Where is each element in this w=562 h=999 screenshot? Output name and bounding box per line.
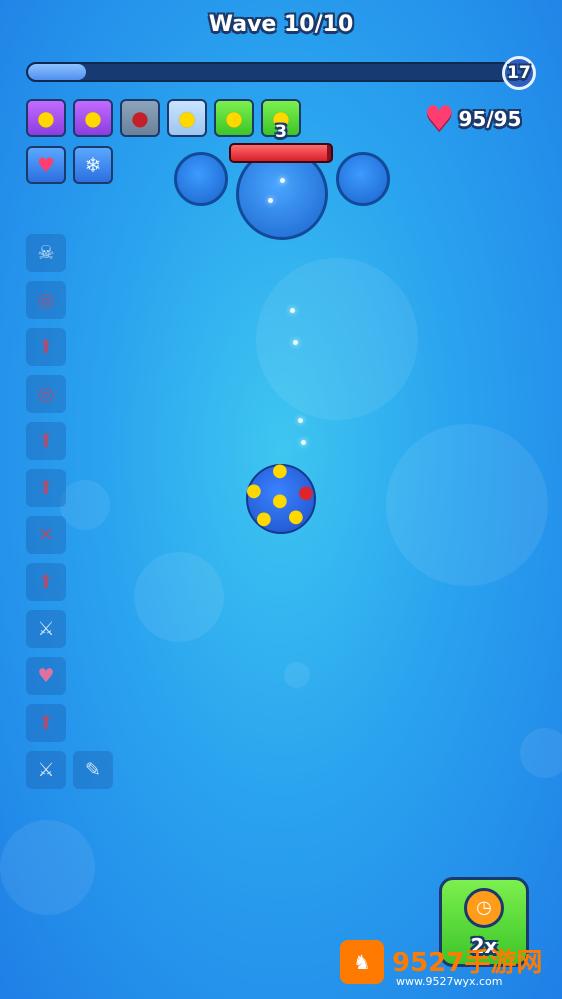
- sword-icon: ⚔: [37, 759, 55, 781]
- chick-icon: ●: [272, 490, 288, 511]
- wave-title: Wave 10/10: [208, 12, 354, 37]
- bomb-upgrade-icon: ⬆: [38, 712, 54, 734]
- background-bubble: [284, 662, 310, 688]
- skill-slot[interactable]: ⚔: [26, 610, 66, 648]
- inventory-slot[interactable]: ●: [73, 99, 113, 137]
- inventory-slot[interactable]: ●: [167, 99, 207, 137]
- watermark-text: 9527手游网: [392, 948, 543, 978]
- wave-progress-bar: [26, 62, 512, 82]
- ice-projectile: [298, 418, 303, 423]
- wave-progress-fill: [28, 64, 86, 80]
- chick-icon: ●: [256, 508, 272, 529]
- snowflake-icon: ❄: [84, 153, 102, 177]
- skill-slot[interactable]: ◎: [26, 281, 66, 319]
- skill-slot[interactable]: ☠: [26, 234, 66, 272]
- sword-double-icon: ⚔: [37, 618, 55, 640]
- ice-projectile: [301, 440, 306, 445]
- background-bubble: [386, 424, 548, 586]
- boss-right-orb: [336, 152, 390, 206]
- ice-projectile: [280, 178, 285, 183]
- background-bubble: [256, 258, 418, 420]
- chick-icon: ●: [84, 106, 102, 130]
- bomb-icon: ●: [131, 106, 149, 130]
- inventory-slot[interactable]: ❄: [73, 146, 113, 184]
- heart-target-icon: ♥: [37, 153, 55, 177]
- chick-icon: ●: [37, 106, 55, 130]
- bomb-target-icon: ◎: [37, 383, 55, 405]
- boss-hp-label: 3: [275, 122, 287, 142]
- boss-health-bar: [229, 143, 333, 163]
- heart-upgrade-icon: ♥: [37, 665, 55, 687]
- skill-slot[interactable]: ⬆: [26, 328, 66, 366]
- ice-projectile: [293, 340, 298, 345]
- skill-slot[interactable]: ◎: [26, 375, 66, 413]
- bomb-upgrade-icon: ⬆: [38, 336, 54, 358]
- chick-icon: ●: [178, 106, 196, 130]
- stopwatch-icon: ◷: [464, 888, 504, 928]
- watermark-url: www.9527wyx.com: [396, 975, 503, 988]
- skill-slot[interactable]: ⬆: [26, 563, 66, 601]
- level-badge: 17: [502, 56, 536, 90]
- bomb-upgrade-icon: ⬆: [38, 477, 54, 499]
- player-ball[interactable]: ● ● ● ● ● ●: [246, 460, 316, 534]
- boss-left-orb: [174, 152, 228, 206]
- skill-slot[interactable]: ✎: [73, 751, 113, 789]
- bomb-icon: ●: [298, 482, 314, 503]
- chick-icon: ●: [288, 506, 304, 527]
- boss-health-fill: [231, 145, 327, 161]
- chick-icon: ●: [225, 106, 243, 130]
- player-health: ♥ 95/95: [424, 99, 522, 139]
- skill-slot[interactable]: ⬆: [26, 422, 66, 460]
- health-text: 95/95: [458, 107, 522, 131]
- watermark-logo: ♞: [340, 940, 384, 984]
- skill-slot[interactable]: ⬆: [26, 704, 66, 742]
- ice-projectile: [268, 198, 273, 203]
- inventory-slot[interactable]: ●: [26, 99, 66, 137]
- skill-slot[interactable]: ⚔: [26, 751, 66, 789]
- chick-icon: ●: [246, 480, 262, 501]
- inventory-slot[interactable]: ●: [214, 99, 254, 137]
- chain-target-icon: ◎: [37, 289, 55, 311]
- background-bubble: [60, 480, 110, 530]
- background-bubble: [520, 728, 562, 778]
- bomb-upgrade-icon: ⬆: [38, 430, 54, 452]
- skill-slot[interactable]: ⬆: [26, 469, 66, 507]
- background-bubble: [0, 820, 95, 915]
- explosion-double-icon: ⬆: [38, 571, 54, 593]
- heart-icon: ♥: [424, 99, 455, 139]
- syringe-icon: ✎: [85, 759, 101, 781]
- inventory-slot[interactable]: ●: [120, 99, 160, 137]
- skill-slot[interactable]: ✕: [26, 516, 66, 554]
- background-bubble: [134, 552, 224, 642]
- skill-slot[interactable]: ♥: [26, 657, 66, 695]
- inventory-slot[interactable]: ♥: [26, 146, 66, 184]
- skull-icon: ☠: [37, 242, 55, 264]
- explosion-cancel-icon: ✕: [38, 524, 54, 546]
- ice-projectile: [290, 308, 295, 313]
- chick-icon: ●: [272, 460, 288, 481]
